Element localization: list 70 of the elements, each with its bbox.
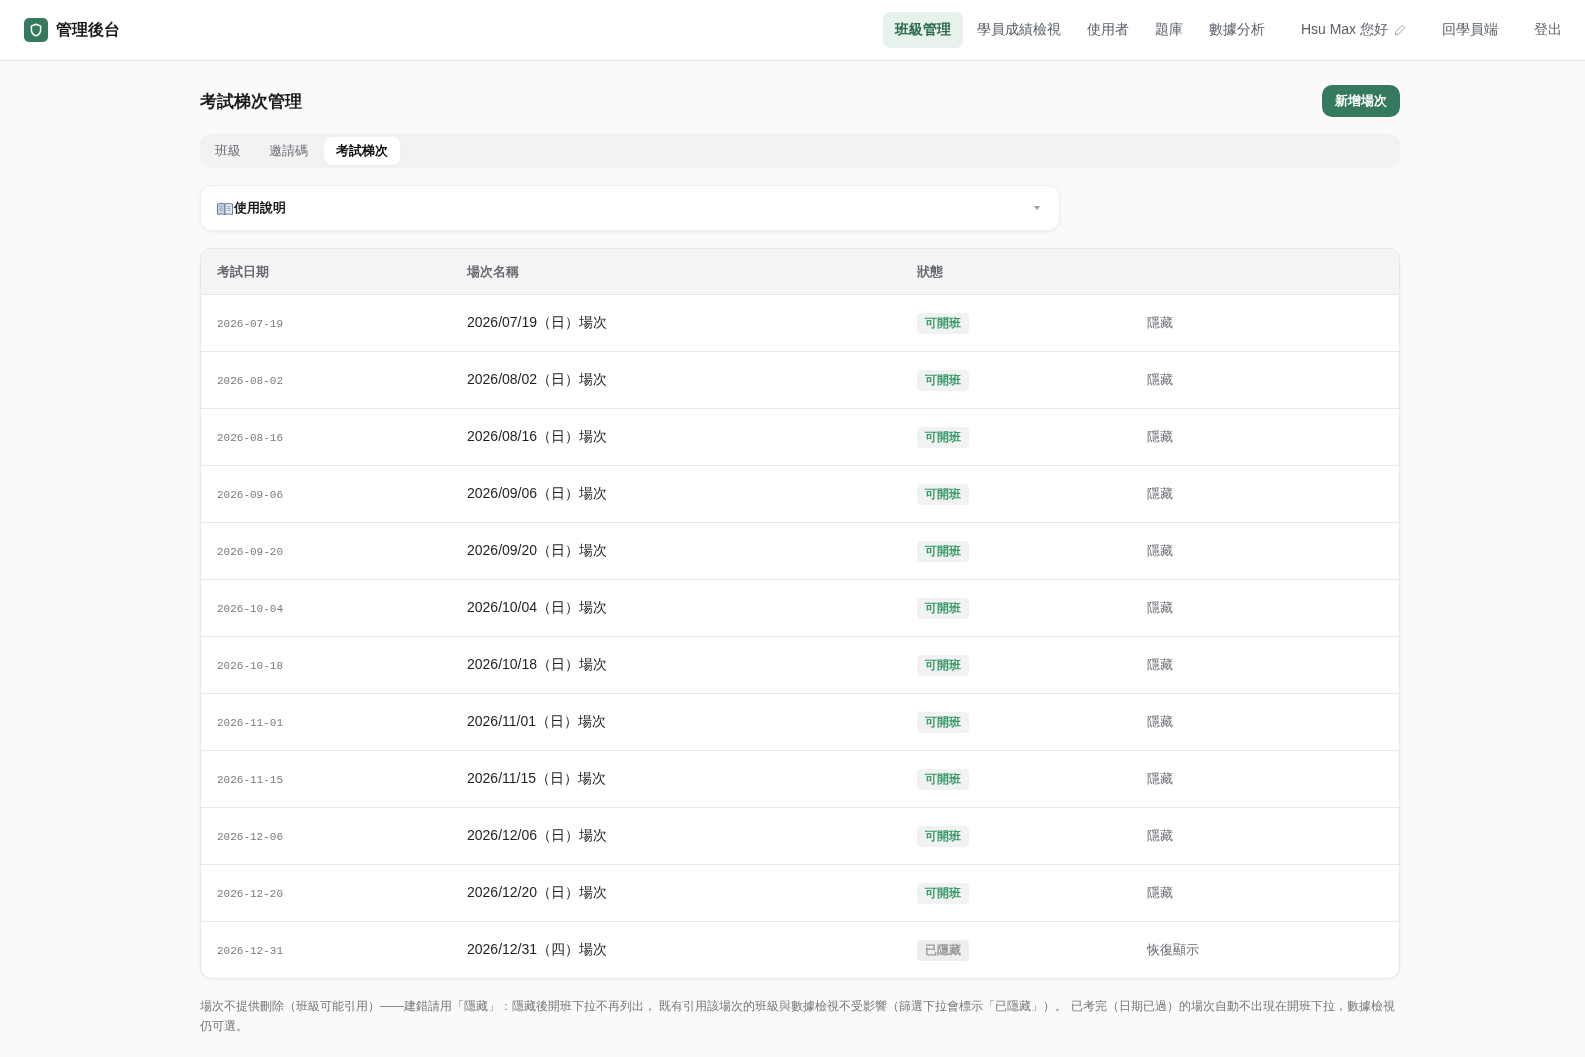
- date-cell-text: 2026-12-06: [217, 830, 283, 843]
- app-title: 管理後台: [56, 19, 120, 40]
- session-name-cell: 2026/08/02（日）場次: [467, 371, 608, 389]
- date-cell-text: 2026-09-06: [217, 488, 283, 501]
- nav-link[interactable]: 使用者: [1074, 12, 1141, 48]
- status-badge: 可開班: [917, 312, 969, 334]
- footnote-text: 場次不提供刪除（班級可能引用）——建錯請用「隱藏」：隱藏後開班下拉不再列出， 既有引用該場次的班級與數據檢視不受影響（篩選下拉會標示「已隱藏」）。 已考完（日期已過）的場次自動不出現在開班下拉，數據檢視仍可選。: [200, 998, 1396, 1035]
- column-header: 狀態: [917, 262, 943, 281]
- session-name-cell: 2026/09/06（日）場次: [467, 485, 608, 503]
- status-badge: 已隱藏: [917, 939, 969, 961]
- pencil-icon: [1394, 24, 1406, 36]
- status-badge: 可開班: [917, 597, 969, 619]
- date-cell-text: 2026-12-20: [217, 887, 283, 900]
- session-name-cell: 2026/11/01（日）場次: [467, 713, 607, 731]
- date-cell-text: 2026-10-18: [217, 659, 283, 672]
- hide-button[interactable]: 隱藏: [1147, 713, 1173, 731]
- add-session-button[interactable]: 新增場次: [1322, 85, 1400, 117]
- logout-link[interactable]: 登出: [1522, 12, 1574, 48]
- date-cell-text: 2026-11-15: [217, 773, 283, 786]
- shield-logo-icon: [24, 18, 48, 42]
- date-cell-text: 2026-08-16: [217, 431, 283, 444]
- hide-button[interactable]: 隱藏: [1147, 656, 1173, 674]
- nav-link[interactable]: 班級管理: [882, 12, 963, 48]
- status-badge: 可開班: [917, 540, 969, 562]
- hide-button[interactable]: 隱藏: [1147, 485, 1173, 503]
- session-name-cell: 2026/10/04（日）場次: [467, 599, 608, 617]
- nav-link[interactable]: 學員成績檢視: [964, 12, 1073, 48]
- status-badge: 可開班: [917, 369, 969, 391]
- date-cell-text: 2026-12-31: [217, 944, 283, 957]
- hide-button[interactable]: 隱藏: [1147, 827, 1173, 845]
- header-link[interactable]: 回學員端: [1430, 12, 1510, 48]
- tab[interactable]: 班級: [203, 137, 253, 165]
- restore-button[interactable]: 恢復顯示: [1147, 941, 1199, 959]
- status-badge: 可開班: [917, 768, 969, 790]
- user-name-button[interactable]: Hsu Max 您好: [1288, 12, 1418, 48]
- status-badge: 可開班: [917, 426, 969, 448]
- status-badge: 可開班: [917, 483, 969, 505]
- session-name-cell: 2026/12/20（日）場次: [467, 884, 608, 902]
- help-toggle[interactable]: 使用說明: [200, 185, 1060, 231]
- session-name-cell: 2026/09/20（日）場次: [467, 542, 608, 560]
- nav-link[interactable]: 數據分析: [1196, 12, 1277, 48]
- tab[interactable]: 考試梯次: [324, 137, 400, 165]
- session-name-cell: 2026/08/16（日）場次: [467, 428, 608, 446]
- status-badge: 可開班: [917, 654, 969, 676]
- date-cell-text: 2026-09-20: [217, 545, 283, 558]
- session-name-cell: 2026/10/18（日）場次: [467, 656, 608, 674]
- status-badge: 可開班: [917, 825, 969, 847]
- hide-button[interactable]: 隱藏: [1147, 599, 1173, 617]
- column-header: 場次名稱: [467, 262, 519, 281]
- hide-button[interactable]: 隱藏: [1147, 314, 1173, 332]
- session-name-cell: 2026/12/31（四）場次: [467, 941, 608, 959]
- nav-link[interactable]: 題庫: [1142, 12, 1195, 48]
- session-name-cell: 2026/07/19（日）場次: [467, 314, 608, 332]
- page-title: 考試梯次管理: [200, 90, 302, 113]
- status-badge: 可開班: [917, 711, 969, 733]
- date-cell-text: 2026-11-01: [217, 716, 283, 729]
- hide-button[interactable]: 隱藏: [1147, 542, 1173, 560]
- hide-button[interactable]: 隱藏: [1147, 428, 1173, 446]
- tab[interactable]: 邀請碼: [257, 137, 320, 165]
- status-badge: 可開班: [917, 882, 969, 904]
- column-header: 考試日期: [217, 262, 269, 281]
- hide-button[interactable]: 隱藏: [1147, 371, 1173, 389]
- date-cell-text: 2026-08-02: [217, 374, 283, 387]
- hide-button[interactable]: 隱藏: [1147, 884, 1173, 902]
- hide-button[interactable]: 隱藏: [1147, 770, 1173, 788]
- date-cell-text: 2026-10-04: [217, 602, 283, 615]
- session-name-cell: 2026/12/06（日）場次: [467, 827, 608, 845]
- session-name-cell: 2026/11/15（日）場次: [467, 770, 607, 788]
- date-cell-text: 2026-07-19: [217, 317, 283, 330]
- open-book-icon: [217, 201, 233, 215]
